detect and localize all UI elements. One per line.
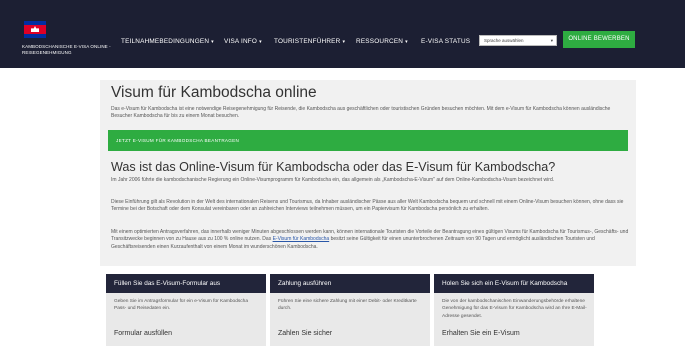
card-body: Geben Sie im Antragsformular für ein e-V… <box>114 299 249 312</box>
nav-label: RESSOURCEN <box>356 38 404 45</box>
chevron-down-icon: ▾ <box>211 39 214 45</box>
chevron-down-icon: ▾ <box>342 39 346 45</box>
nav-label: TEILNAHMEBEDINGUNGEN <box>121 38 210 45</box>
card-title: Zahlung ausführen <box>270 274 430 293</box>
nav-label: TOURISTENFÜHRER <box>274 38 341 45</box>
card-body: Die von der kambodschanischen Einwanderu… <box>442 299 587 319</box>
nav-touristenfuehrer[interactable]: TOURISTENFÜHRER ▾ <box>274 38 345 45</box>
language-select[interactable]: Sprache auswählen ▾ <box>479 35 557 46</box>
paragraph-1: Im Jahr 2006 führte die kambodschanische… <box>111 177 555 183</box>
chevron-down-icon: ▾ <box>259 39 262 45</box>
card-title: Füllen Sie das E-Visum-Formular aus <box>106 274 266 293</box>
page-title: Visum für Kambodscha online <box>111 84 317 101</box>
nav-label: VISA INFO <box>224 38 258 45</box>
cambodia-flag-logo-icon[interactable] <box>24 21 46 38</box>
step-card-form: Füllen Sie das E-Visum-Formular aus Gebe… <box>106 274 266 346</box>
card-subtitle: Zahlen Sie sicher <box>278 330 333 337</box>
card-subtitle: Erhalten Sie ein E-Visum <box>442 330 520 337</box>
paragraph-2: Diese Einführung gilt als Revolution in … <box>111 199 624 213</box>
nav-e-visa-status[interactable]: E-VISA STATUS <box>421 38 470 45</box>
e-visa-link[interactable]: E-Visum für Kambodscha <box>273 236 330 242</box>
nav-label: E-VISA STATUS <box>421 38 471 45</box>
apply-banner-label: JETZT E-VISUM FÜR KAMBODSCHA BEANTRAGEN <box>116 138 240 143</box>
nav-ressourcen[interactable]: RESSOURCEN ▾ <box>356 38 408 45</box>
apply-banner-button[interactable]: JETZT E-VISUM FÜR KAMBODSCHA BEANTRAGEN <box>108 130 628 151</box>
step-card-receive: Holen Sie sich ein E-Visum für Kambodsch… <box>434 274 594 346</box>
paragraph-3: Mit einem optimierten Antragsverfahren, … <box>111 229 631 251</box>
apply-online-button[interactable]: ONLINE BEWERBEN <box>563 31 635 48</box>
card-body: Führen Sie eine sichere Zahlung mit eine… <box>278 299 417 312</box>
card-title: Holen Sie sich ein E-Visum für Kambodsch… <box>434 274 594 293</box>
intro-paragraph: Das e-Visum für Kambodscha ist eine notw… <box>111 106 611 120</box>
brand-text[interactable]: KAMBODSCHANISCHE E-VISA ONLINE - REISEGE… <box>22 44 112 55</box>
nav-teilnahmebedingungen[interactable]: TEILNAHMEBEDINGUNGEN ▾ <box>121 38 214 45</box>
chevron-down-icon: ▾ <box>550 38 553 43</box>
section-heading: Was ist das Online-Visum für Kambodscha … <box>111 160 556 174</box>
language-select-value: Sprache auswählen <box>484 38 524 43</box>
card-subtitle: Formular ausfüllen <box>114 330 172 337</box>
chevron-down-icon: ▾ <box>405 39 408 45</box>
step-card-payment: Zahlung ausführen Führen Sie eine sicher… <box>270 274 430 346</box>
nav-visa-info[interactable]: VISA INFO ▾ <box>224 38 262 45</box>
